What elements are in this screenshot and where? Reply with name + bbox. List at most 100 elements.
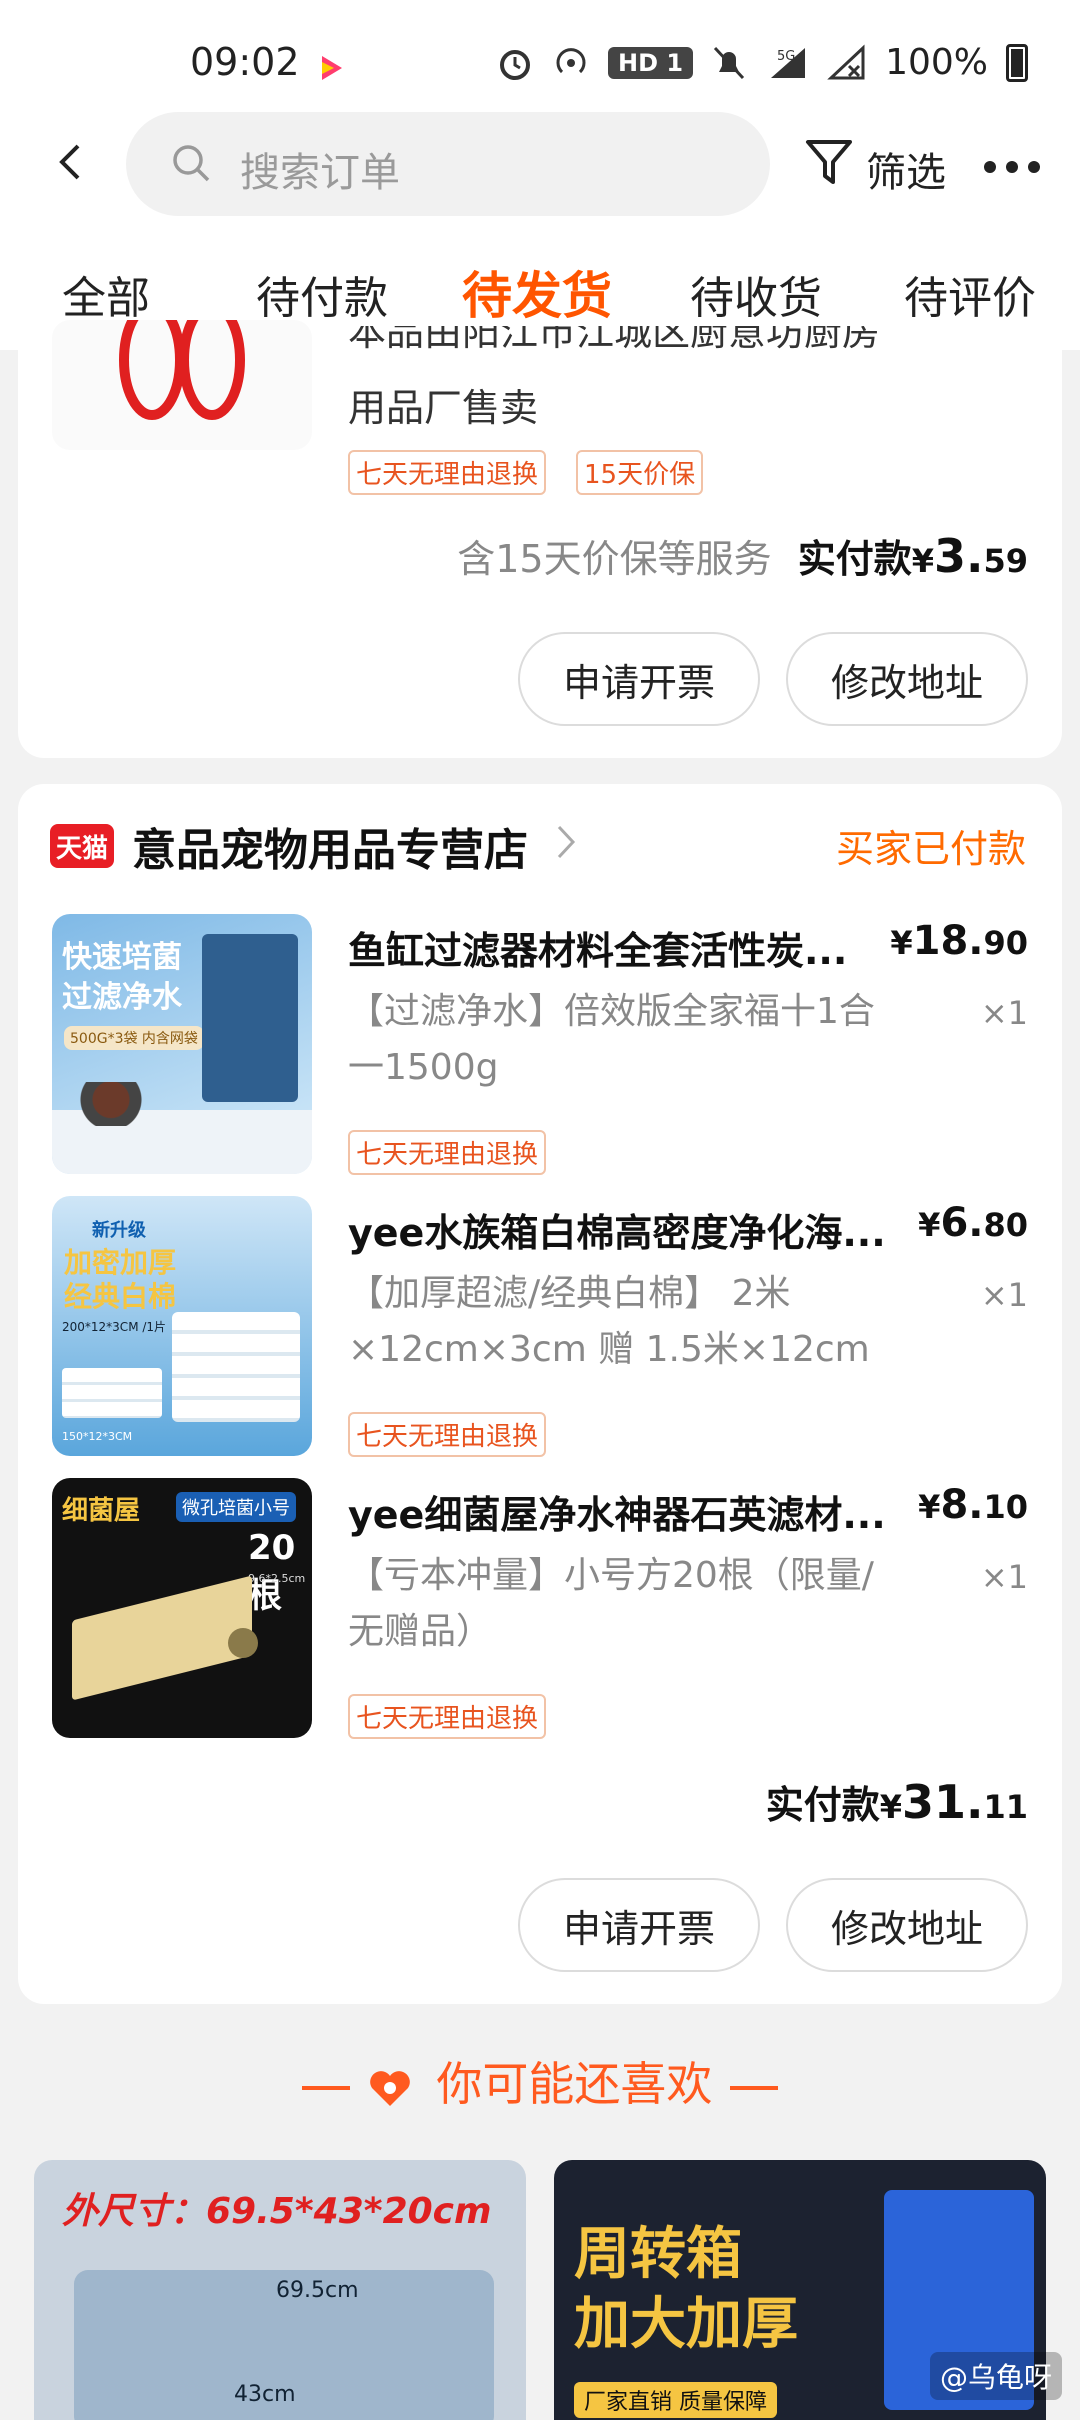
chevron-right-icon[interactable] <box>556 824 576 860</box>
product-bag-image <box>202 934 298 1102</box>
tab-pending-review[interactable]: 待评价 <box>904 262 1036 326</box>
recommend-title: 你可能还喜欢 <box>0 2048 1080 2114</box>
rec-card-text: 加大加厚 <box>574 2292 798 2357</box>
battery-text: 100% <box>885 42 988 83</box>
return-policy-tag: 七天无理由退换 <box>348 1694 547 1739</box>
filter-block-image <box>72 1575 252 1701</box>
thumb-text: 150*12*3CM <box>62 1430 133 1443</box>
thumb-text: 加密加厚 <box>64 1246 177 1279</box>
amount-int: 3. <box>933 529 984 583</box>
tmall-logo: 天猫 <box>50 824 114 868</box>
mute-icon <box>713 46 745 79</box>
thumb-text: 微孔培菌小号 <box>176 1492 296 1522</box>
product-title[interactable]: yee水族箱白棉高密度净化海... <box>348 1202 888 1257</box>
product-thumbnail[interactable]: 细菌屋 微孔培菌小号 20根 9.6*2.5cm <box>52 1478 312 1738</box>
product-qty: ×1 <box>980 994 1028 1032</box>
scissors-image <box>119 320 245 420</box>
foam-small-image <box>62 1368 162 1418</box>
recommend-card[interactable]: 外尺寸：69.5*43*20cm 69.5cm 43cm <box>34 2160 526 2420</box>
recommend-title-text: 你可能还喜欢 <box>436 2057 713 2111</box>
video-app-icon <box>312 50 348 86</box>
search-icon <box>173 145 210 182</box>
change-address-button[interactable]: 修改地址 <box>786 632 1028 726</box>
back-icon[interactable] <box>50 142 90 182</box>
hd-badge: HD 1 <box>608 46 694 79</box>
product-price: ¥18.90 <box>890 918 1028 964</box>
amount-int: 31. <box>901 1775 984 1829</box>
alarm-icon <box>500 49 531 80</box>
currency: ¥ <box>918 1206 941 1244</box>
currency: ¥ <box>918 1488 941 1526</box>
paid-label: 实付款 <box>797 537 912 581</box>
thumb-text: 快速培菌 <box>62 940 182 975</box>
thumb-text: 9.6*2.5cm <box>248 1572 306 1585</box>
rec-card-text: 69.5cm <box>276 2278 359 2303</box>
status-icons: HD 1 5G 100% <box>496 42 1028 83</box>
product-thumbnail[interactable] <box>52 320 312 450</box>
invoice-button[interactable]: 申请开票 <box>518 1878 760 1972</box>
signal-label: 5G <box>777 49 795 64</box>
filter-hole-image <box>228 1628 258 1658</box>
product-title[interactable]: yee细菌屋净水神器石英滤材... <box>348 1484 888 1539</box>
rec-card-text: 43cm <box>234 2382 296 2407</box>
signal-x-icon <box>827 44 865 79</box>
return-policy-tag: 七天无理由退换 <box>348 1130 547 1175</box>
order-total: 含15天价保等服务 实付款¥3.59 <box>457 528 1028 583</box>
currency: ¥ <box>879 1788 902 1826</box>
product-desc-line2: 用品厂售卖 <box>348 386 539 430</box>
service-note: 含15天价保等服务 <box>457 537 772 581</box>
product-spec: 【加厚超滤/经典白棉】 2米×12cm×3cm 赠 1.5米×12cm <box>348 1273 870 1370</box>
status-time: 09:02 <box>190 40 300 84</box>
thumb-text: 200*12*3CM /1片 <box>62 1320 167 1334</box>
product-thumbnail[interactable]: 新升级 加密加厚 经典白棉 200*12*3CM /1片 150*12*3CM <box>52 1196 312 1456</box>
price-dec: 80 <box>983 1206 1028 1244</box>
tab-pending-shipment[interactable]: 待发货 <box>462 256 612 328</box>
product-desc-line1: 本品由阳江市江城区厨意坊厨房 <box>348 326 881 354</box>
tab-pending-payment[interactable]: 待付款 <box>256 262 388 326</box>
tab-pending-receipt[interactable]: 待收货 <box>690 262 822 326</box>
product-spec: 【过滤净水】倍效版全家福十1合一1500g <box>348 991 875 1088</box>
product-price: ¥6.80 <box>918 1200 1028 1246</box>
price-int: 6. <box>940 1200 984 1246</box>
heart-icon <box>369 2070 410 2106</box>
paid-label: 实付款 <box>765 1783 880 1827</box>
order-status: 买家已付款 <box>835 827 1026 871</box>
product-price: ¥8.10 <box>918 1482 1028 1528</box>
more-icon[interactable] <box>984 158 1050 177</box>
price-dec: 90 <box>983 924 1028 962</box>
thumb-text: 500G*3袋 内含网袋 <box>64 1026 204 1050</box>
thumb-text: 细菌屋 <box>62 1496 141 1526</box>
price-int: 8. <box>940 1482 984 1528</box>
foam-stack-image <box>172 1312 300 1422</box>
filter-button[interactable]: 筛选 <box>866 140 946 198</box>
return-policy-tag: 七天无理由退换 <box>348 450 547 495</box>
thumb-text: 经典白棉 <box>64 1280 177 1313</box>
thumb-text: 过滤净水 <box>62 980 182 1015</box>
currency: ¥ <box>911 542 934 580</box>
currency: ¥ <box>890 924 913 962</box>
signal-5g-icon: 5G <box>771 47 806 78</box>
rec-card-text: 周转箱 <box>574 2222 742 2287</box>
change-address-button[interactable]: 修改地址 <box>786 1878 1028 1972</box>
order-total: 实付款¥31.11 <box>766 1774 1028 1829</box>
battery-icon <box>1006 43 1028 82</box>
invoice-button[interactable]: 申请开票 <box>518 632 760 726</box>
shop-name[interactable]: 意品宠物用品专营店 <box>132 814 528 878</box>
product-title[interactable]: 鱼缸过滤器材料全套活性炭... <box>348 920 888 975</box>
tab-all[interactable]: 全部 <box>62 262 150 326</box>
product-stones-image <box>78 1082 188 1126</box>
product-spec: 【亏本冲量】小号方20根（限量/无赠品） <box>348 1555 874 1652</box>
amount-dec: 11 <box>983 1788 1028 1826</box>
search-input[interactable] <box>126 112 770 216</box>
product-thumbnail[interactable]: 快速培菌 过滤净水 500G*3袋 内含网袋 <box>52 914 312 1174</box>
amount-dec: 59 <box>983 542 1028 580</box>
filter-icon[interactable] <box>804 136 854 190</box>
price-int: 18. <box>912 918 984 964</box>
rec-card-text: 外尺寸：69.5*43*20cm <box>62 2191 492 2232</box>
watermark: @乌龟呀 <box>929 2352 1062 2400</box>
product-qty: ×1 <box>980 1276 1028 1314</box>
thumb-text: 新升级 <box>92 1220 146 1241</box>
price-protect-tag: 15天价保 <box>576 450 704 495</box>
product-qty: ×1 <box>980 1558 1028 1596</box>
rec-card-text: 厂家直销 质量保障 <box>574 2382 777 2418</box>
